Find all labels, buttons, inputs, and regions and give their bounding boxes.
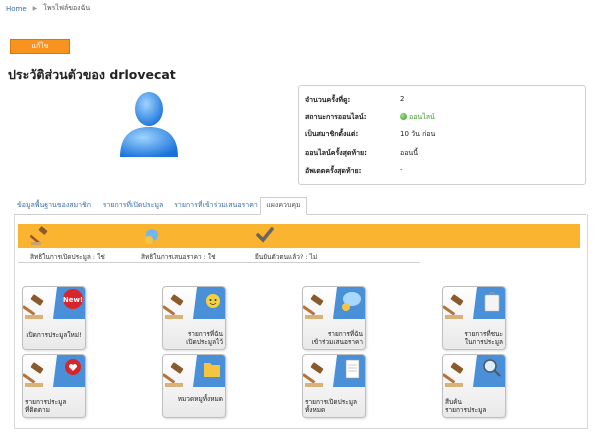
breadcrumb: Home ▶ โพรไฟล์ของฉัน: [6, 3, 90, 14]
profile-tabs: ข้อมูลพื้นฐานของสมาชิก รายการที่เปิดประม…: [14, 197, 586, 215]
tile-my-bids[interactable]: รายการที่ฉัน เข้าร่วมเสนอราคา: [302, 286, 366, 350]
info-value: 2: [400, 95, 405, 103]
tile-label: เปิดการประมูลใหม่!: [26, 331, 82, 339]
right-bid: สิทธิในการเสนอราคา : ใช่: [141, 253, 216, 261]
tab-control-panel[interactable]: แผงควบคุม: [260, 197, 307, 215]
tile-won-items[interactable]: รายการที่ชนะ ในการประมูล: [442, 286, 506, 350]
profile-info-box: จำนวนครั้งที่ดู: 2 สถานะการออนไลน์: ออนไ…: [298, 85, 586, 185]
tile-label: รายการประมูล ที่ติดตาม: [25, 398, 67, 414]
new-auction-icon: New!: [23, 287, 85, 319]
tile-label: รายการที่ฉัน เปิดประมูลไว้: [186, 330, 223, 346]
won-items-icon: [443, 287, 505, 319]
tile-categories[interactable]: หมวดหมูทั้งหมด: [162, 354, 226, 418]
breadcrumb-current: โพรไฟล์ของฉัน: [43, 4, 91, 12]
info-label: จำนวนครั้งที่ดู:: [305, 96, 351, 104]
watchlist-icon: [23, 355, 85, 387]
breadcrumb-separator-icon: ▶: [32, 5, 38, 12]
page-title: ประวัติส่วนตัวของ drlovecat: [8, 67, 176, 82]
tile-label: รายการเปิดประมูล ทั้งหมด: [305, 398, 357, 414]
search-auctions-icon: [443, 355, 505, 387]
info-label: อัพเดตครั้งสุดท้าย:: [305, 167, 362, 175]
tile-search-auctions[interactable]: สืบค้น รายการประมูล: [442, 354, 506, 418]
tile-label: หมวดหมูทั้งหมด: [177, 395, 223, 403]
tab-my-auctions[interactable]: รายการที่เปิดประมูล: [97, 198, 169, 213]
avatar-icon: [120, 92, 178, 157]
right-verified: ยืนยันตัวตนแล้ว? : ไม่: [255, 253, 318, 261]
tile-all-auctions[interactable]: รายการเปิดประมูล ทั้งหมด: [302, 354, 366, 418]
new-badge: New!: [63, 296, 83, 304]
categories-icon: [163, 355, 225, 387]
tile-watchlist[interactable]: รายการประมูล ที่ติดตาม: [22, 354, 86, 418]
info-label: เป็นสมาชิกตั้งแต่:: [305, 130, 359, 138]
info-value: -: [400, 166, 403, 174]
my-auctions-icon: [163, 287, 225, 319]
checkmark-icon: [256, 227, 274, 243]
tile-label: รายการที่ชนะ ในการประมูล: [464, 330, 503, 346]
rights-bar: [18, 224, 580, 248]
all-auctions-icon: [303, 355, 365, 387]
info-label: ออนไลน์ครั้งสุดท้าย:: [305, 149, 367, 157]
edit-button[interactable]: แก้ไข: [10, 39, 70, 54]
breadcrumb-home-link[interactable]: Home: [6, 5, 27, 13]
gavel-icon: [30, 226, 48, 245]
my-bids-icon: [303, 287, 365, 319]
online-status-icon: [400, 113, 407, 120]
tile-label: รายการที่ฉัน เข้าร่วมเสนอราคา: [311, 330, 363, 346]
tile-label: สืบค้น รายการประมูล: [445, 398, 487, 414]
info-value: ออนนี้: [400, 149, 418, 157]
tile-my-auctions[interactable]: รายการที่ฉัน เปิดประมูลไว้: [162, 286, 226, 350]
right-open-auction: สิทธิในการเปิดประมูล : ใช่: [30, 253, 105, 261]
tab-my-bids[interactable]: รายการที่เข้าร่วมเสนอราคา: [172, 198, 260, 213]
info-value: 10 วัน ก่อน: [400, 130, 436, 138]
info-label: สถานะการออนไลน์:: [305, 113, 367, 121]
online-status-text: ออนไลน์: [409, 113, 435, 121]
info-value: ออนไลน์: [400, 112, 435, 123]
tab-basic-info[interactable]: ข้อมูลพื้นฐานของสมาชิก: [14, 198, 94, 213]
tile-new-auction[interactable]: New! เปิดการประมูลใหม่!: [22, 286, 86, 350]
bid-icon: [145, 229, 158, 244]
